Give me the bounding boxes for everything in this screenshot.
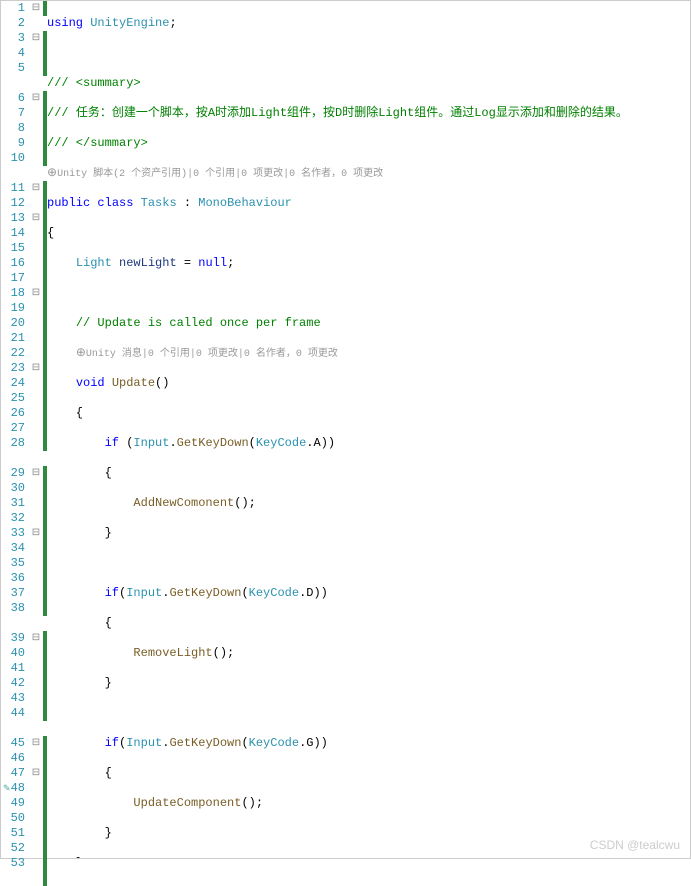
code-content[interactable]: using UnityEngine; /// <summary> /// 任务：… — [47, 1, 690, 858]
fold-gutter[interactable]: ⊟⊟⊟⊟⊟⊟⊟⊟⊟⊟⊟⊟ — [29, 1, 43, 858]
code-editor[interactable]: 1234567891011121314151617181920212223242… — [1, 1, 690, 858]
line-number-gutter: 1234567891011121314151617181920212223242… — [1, 1, 29, 858]
codelens-class[interactable]: Unity 脚本(2 个资产引用)|0 个引用|0 项更改|0 名作者，0 项更… — [57, 169, 383, 180]
watermark: CSDN @tealcwu — [590, 838, 680, 852]
codelens-update[interactable]: Unity 消息|0 个引用|0 项更改|0 名作者，0 项更改 — [86, 349, 338, 360]
edit-indicator-icon: ✎ — [3, 784, 11, 794]
